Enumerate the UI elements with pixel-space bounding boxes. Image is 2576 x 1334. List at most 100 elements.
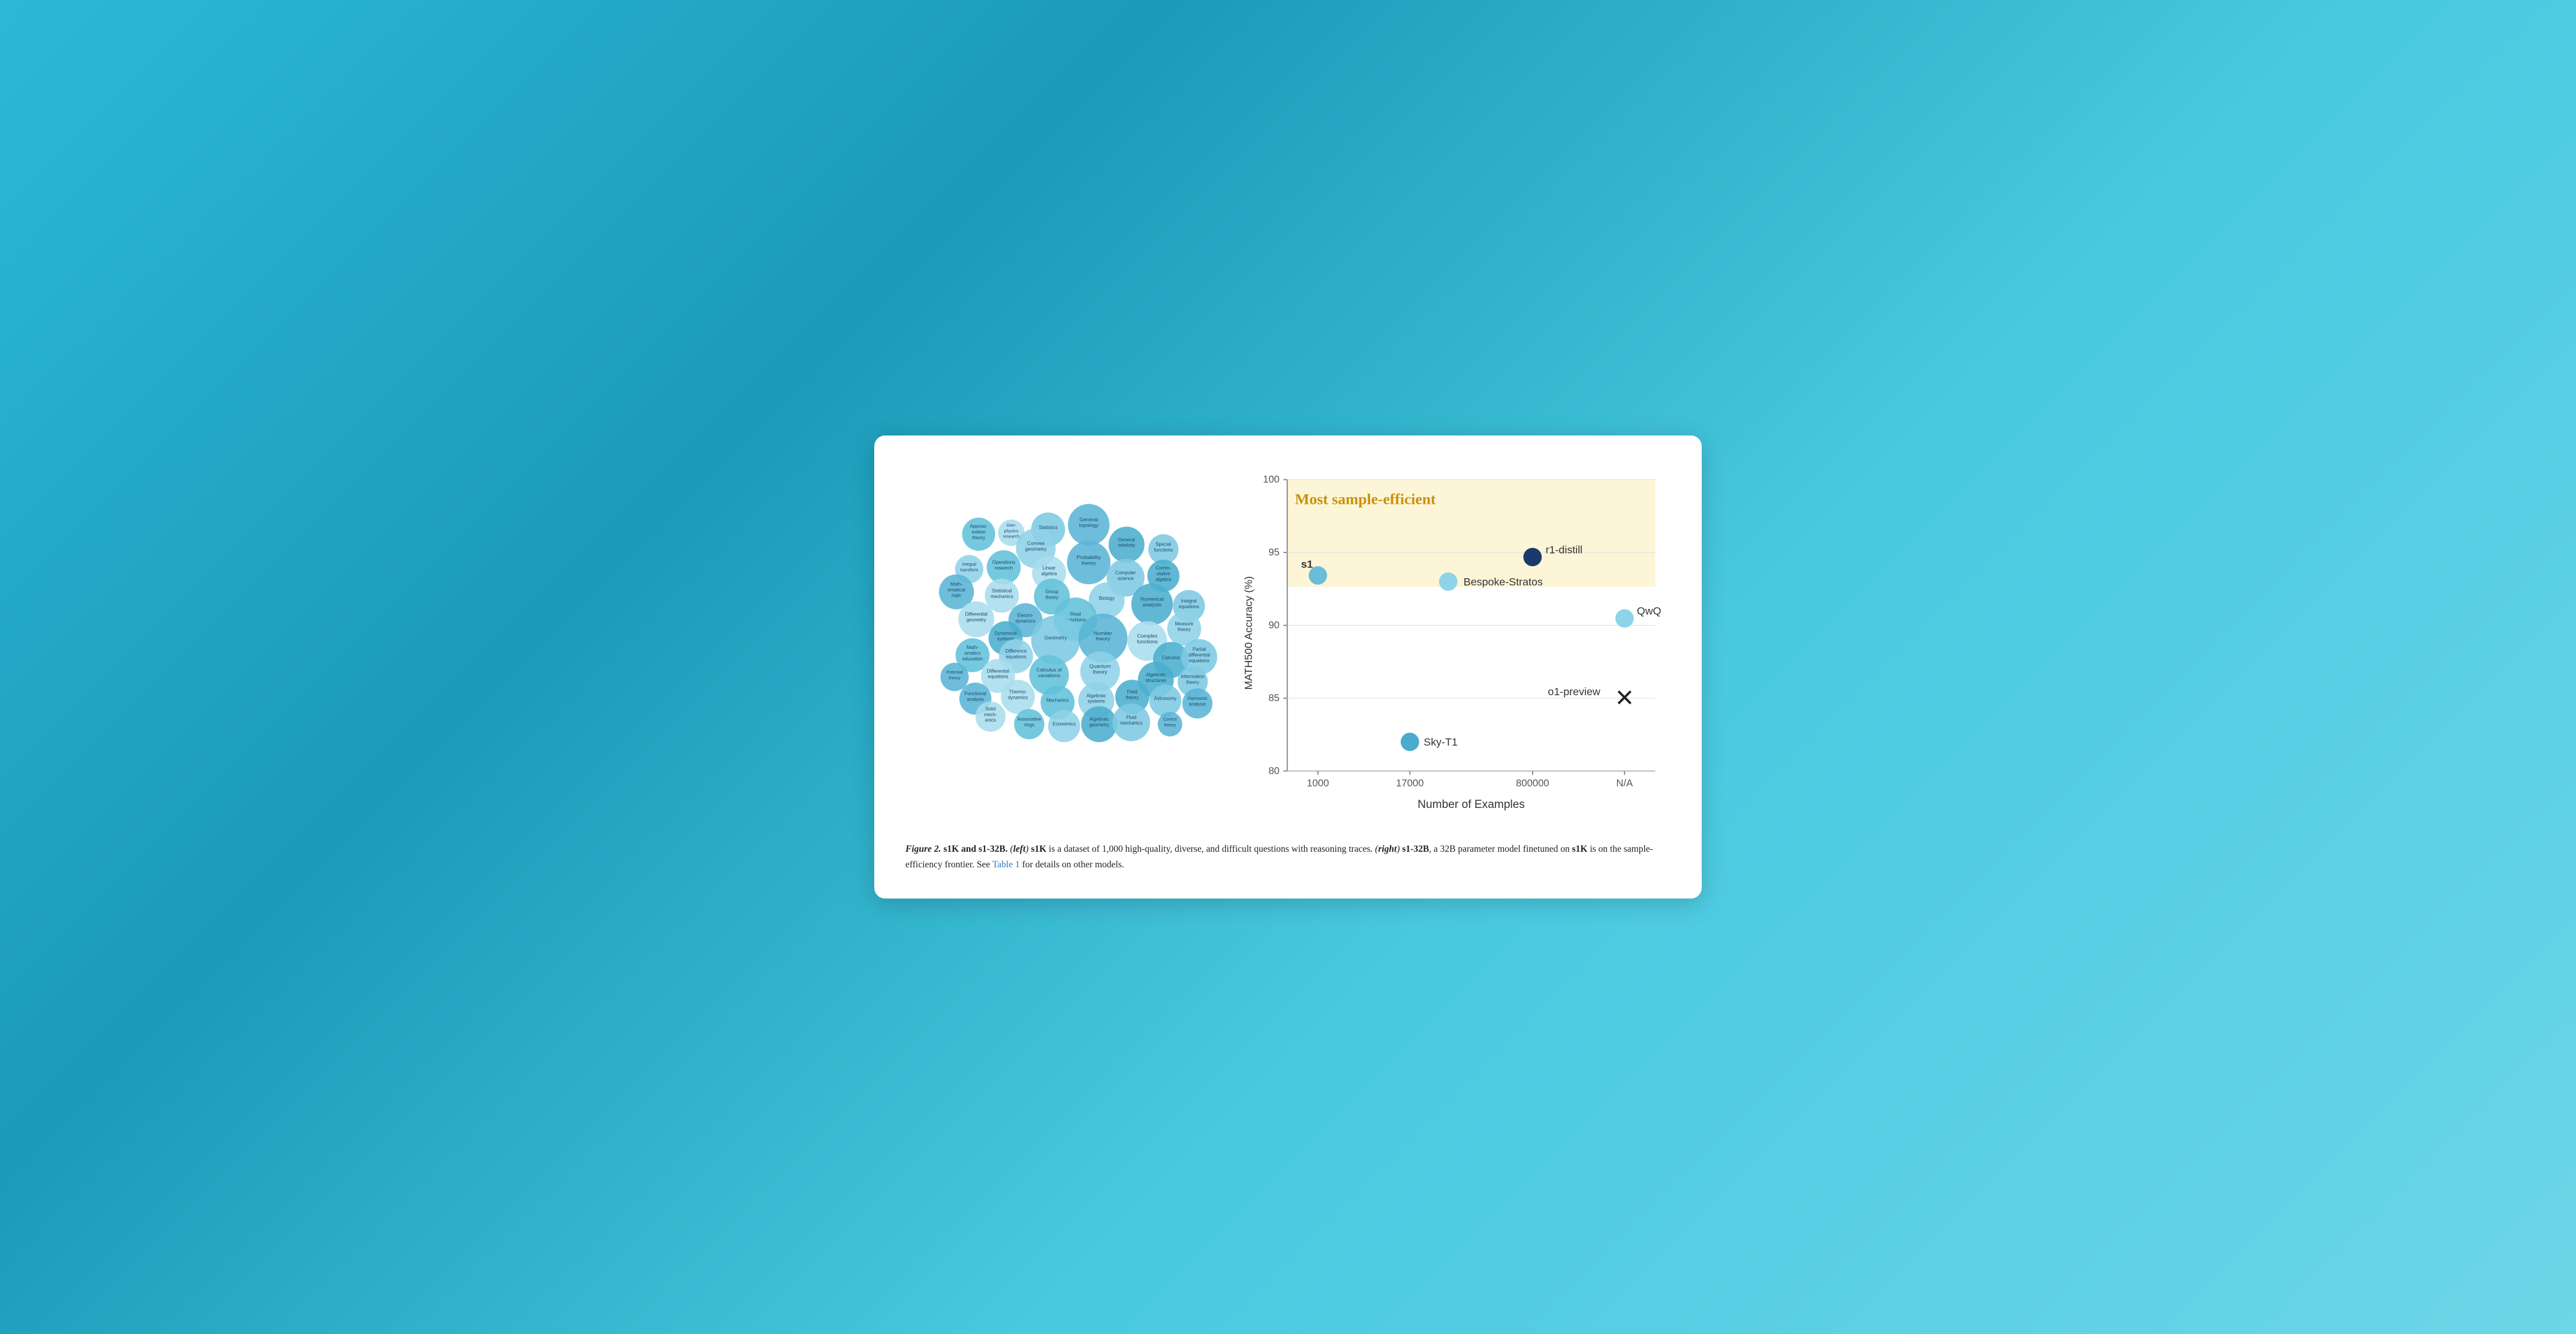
svg-text:equations: equations — [1189, 658, 1209, 663]
svg-text:theory: theory — [1178, 627, 1191, 632]
svg-text:Complex: Complex — [1137, 633, 1158, 639]
svg-text:o1-preview: o1-preview — [1548, 686, 1600, 698]
svg-text:ematical: ematical — [947, 587, 965, 593]
svg-text:rings: rings — [1024, 722, 1034, 728]
bubble-item: Generalrelativity — [1109, 527, 1145, 563]
svg-text:analysis: analysis — [967, 696, 983, 702]
svg-text:theory: theory — [972, 535, 985, 540]
svg-text:Comm-: Comm- — [1155, 565, 1171, 570]
svg-text:Calculus of: Calculus of — [1036, 667, 1062, 673]
svg-text:Real: Real — [1070, 611, 1081, 617]
svg-text:Approxi-: Approxi- — [970, 524, 988, 529]
bubble-item: Thermo-dynamics — [1001, 680, 1035, 714]
svg-text:geometry: geometry — [967, 617, 986, 623]
svg-text:transform: transform — [960, 568, 978, 573]
svg-text:anics: anics — [985, 717, 996, 723]
svg-text:Field: Field — [1127, 689, 1137, 695]
caption-s132b: s1-32B — [1402, 844, 1429, 854]
svg-text:theory: theory — [1186, 680, 1199, 685]
svg-text:Measure: Measure — [1175, 621, 1194, 626]
svg-text:Special: Special — [1155, 542, 1171, 547]
svg-text:N/A: N/A — [1616, 777, 1633, 789]
svg-text:physics: physics — [1004, 528, 1019, 533]
svg-text:Integral: Integral — [962, 562, 977, 567]
svg-text:functions: functions — [1137, 638, 1158, 644]
svg-text:Algebraic: Algebraic — [1087, 693, 1106, 698]
bubble-item: Differentialgeometry — [958, 601, 994, 637]
bubble-item: Generaltopology — [1068, 504, 1109, 545]
svg-text:s1: s1 — [1301, 558, 1313, 570]
svg-text:Math-: Math- — [950, 581, 962, 587]
caption-s1k3: s1K — [1572, 844, 1588, 854]
svg-text:Fluid: Fluid — [1126, 714, 1136, 720]
svg-text:Differential: Differential — [965, 612, 988, 617]
svg-text:MATH500 Accuracy (%): MATH500 Accuracy (%) — [1242, 576, 1254, 689]
svg-text:85: 85 — [1268, 692, 1279, 704]
svg-text:education: education — [962, 656, 983, 662]
svg-text:theory: theory — [1164, 723, 1176, 728]
scatter-plot: Most sample-efficient 80 85 90 — [1241, 464, 1671, 820]
svg-text:Potential: Potential — [946, 670, 963, 675]
svg-text:differential: differential — [1188, 652, 1210, 657]
svg-text:dynamics: dynamics — [1008, 695, 1028, 700]
svg-text:90: 90 — [1268, 619, 1279, 630]
svg-text:analysis: analysis — [1143, 602, 1162, 608]
svg-text:100: 100 — [1263, 474, 1280, 485]
svg-text:Dynamical: Dynamical — [995, 630, 1017, 636]
svg-text:mechanics: mechanics — [991, 594, 1013, 599]
svg-text:relativity: relativity — [1118, 543, 1135, 548]
svg-text:Partial: Partial — [1193, 647, 1206, 652]
caption-left: left — [1013, 844, 1026, 854]
bespoke-stratos-point — [1439, 572, 1458, 591]
svg-text:800000: 800000 — [1516, 777, 1549, 789]
svg-text:95: 95 — [1268, 546, 1279, 558]
bubble-item: Associativerings — [1014, 709, 1044, 739]
svg-text:Geometry: Geometry — [1045, 635, 1068, 641]
svg-text:Control: Control — [1163, 717, 1177, 722]
svg-text:Difference: Difference — [1006, 648, 1027, 654]
svg-text:Operations: Operations — [992, 560, 1016, 565]
svg-text:Linear: Linear — [1043, 565, 1056, 570]
bubble-item: Controltheory — [1158, 712, 1182, 737]
bubble-item: Numericalanalysis — [1131, 583, 1173, 624]
svg-text:Differential: Differential — [987, 668, 1010, 674]
svg-text:Bespoke-Stratos: Bespoke-Stratos — [1464, 576, 1543, 588]
main-card: StatisticsGeneraltopologyGeo-physicsrese… — [874, 435, 1702, 899]
svg-text:Probability: Probability — [1076, 554, 1101, 560]
svg-text:General: General — [1118, 537, 1135, 542]
svg-text:Associative: Associative — [1018, 717, 1042, 722]
scatter-title: Most sample-efficient — [1295, 490, 1436, 507]
svg-text:Functional: Functional — [964, 691, 986, 696]
svg-text:Integral: Integral — [1181, 599, 1197, 604]
svg-text:research: research — [1003, 534, 1020, 539]
svg-text:Convex: Convex — [1027, 540, 1045, 546]
figure-caption: Figure 2. s1K and s1-32B. (left) s1K is … — [905, 842, 1671, 872]
svg-text:QwQ: QwQ — [1637, 605, 1662, 617]
svg-text:Solid: Solid — [985, 706, 995, 711]
caption-s1k: s1K and s1-32B. — [943, 844, 1007, 854]
bubble-item: Statisticalmechanics — [985, 579, 1019, 613]
figures-row: StatisticsGeneraltopologyGeo-physicsrese… — [905, 464, 1671, 820]
svg-text:Thermo-: Thermo- — [1009, 689, 1027, 695]
svg-text:Algebraic: Algebraic — [1090, 717, 1109, 722]
svg-text:General: General — [1079, 516, 1098, 522]
svg-text:Algebraic: Algebraic — [1146, 672, 1166, 677]
bubble-item: Probabilitytheory — [1067, 540, 1110, 584]
qwq-point — [1615, 609, 1634, 628]
svg-text:analysis: analysis — [1189, 701, 1206, 707]
svg-text:theory: theory — [1082, 560, 1097, 566]
bubble-item: Algebraicgeometry — [1081, 706, 1117, 742]
svg-text:geometry: geometry — [1025, 546, 1047, 552]
svg-text:variations: variations — [1038, 672, 1061, 678]
bubble-item: Approxi-mationtheory — [962, 518, 995, 551]
svg-text:Information: Information — [1181, 674, 1204, 680]
svg-text:Sky-T1: Sky-T1 — [1424, 736, 1458, 748]
svg-text:Statistics: Statistics — [1039, 525, 1058, 530]
table1-link[interactable]: Table 1 — [992, 860, 1020, 870]
svg-text:Harmonic: Harmonic — [1187, 696, 1208, 701]
svg-text:theory: theory — [1045, 594, 1058, 600]
svg-text:logic: logic — [952, 593, 961, 598]
svg-text:Electro-: Electro- — [1018, 612, 1034, 618]
svg-text:Quantum: Quantum — [1090, 663, 1111, 669]
bubble-item: Harmonicanalysis — [1182, 688, 1212, 718]
